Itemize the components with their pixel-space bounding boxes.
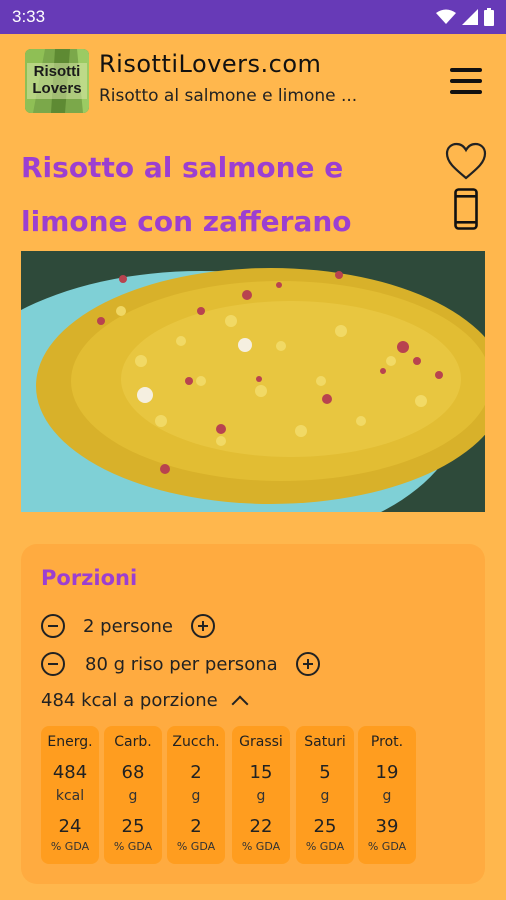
nutrition-gda: 24 xyxy=(58,816,82,837)
portions-card: Porzioni 2 persone 80 g riso per persona… xyxy=(21,544,485,884)
nutrition-tile: Zucch. 2 g 2 % GDA xyxy=(167,726,225,864)
people-row: 2 persone xyxy=(41,614,215,638)
status-icons xyxy=(436,8,494,26)
logo-text: Risotti Lovers xyxy=(32,63,82,97)
nutrition-unit: g xyxy=(128,788,138,804)
status-bar: 3:33 xyxy=(0,0,506,34)
nutrition-label: Carb. xyxy=(114,734,152,750)
portions-title: Porzioni xyxy=(41,566,138,590)
minus-icon[interactable] xyxy=(41,614,65,638)
people-count: 2 persone xyxy=(83,615,173,637)
signal-icon xyxy=(462,9,478,25)
nutrition-gda-label: % GDA xyxy=(176,840,216,853)
nutrition-unit: g xyxy=(256,788,266,804)
chevron-up-icon[interactable] xyxy=(231,695,249,712)
nutrition-unit: g xyxy=(382,788,392,804)
nutrition-value: 484 xyxy=(52,762,88,783)
page-subtitle: Risotto al salmone e limone ... xyxy=(99,86,358,106)
nutrition-gda: 25 xyxy=(121,816,145,837)
site-logo[interactable]: Risotti Lovers xyxy=(25,49,89,113)
nutrition-gda-label: % GDA xyxy=(305,840,345,853)
battery-icon xyxy=(484,8,494,26)
nutrition-gda: 39 xyxy=(375,816,399,837)
nutrition-unit: g xyxy=(191,788,201,804)
plus-icon[interactable] xyxy=(295,652,320,676)
recipe-photo xyxy=(21,251,485,512)
nutrition-tile: Energ. 484 kcal 24 % GDA xyxy=(41,726,99,864)
app-bar: Risotti Lovers RisottiLovers.com Risotto… xyxy=(0,34,506,130)
nutrition-gda-label: % GDA xyxy=(113,840,153,853)
nutrition-label: Saturi xyxy=(304,734,346,750)
nutrition-tile: Saturi 5 g 25 % GDA xyxy=(296,726,354,864)
nutrition-value: 2 xyxy=(190,762,202,783)
nutrition-gda: 25 xyxy=(313,816,337,837)
nutrition-gda-label: % GDA xyxy=(241,840,281,853)
nutrition-unit: kcal xyxy=(55,788,85,804)
nutrition-label: Grassi xyxy=(239,734,283,750)
nutrition-gda: 22 xyxy=(249,816,273,837)
nutrition-label: Zucch. xyxy=(172,734,220,750)
nutrition-value: 5 xyxy=(319,762,331,783)
menu-icon[interactable] xyxy=(446,64,486,98)
site-title: RisottiLovers.com xyxy=(99,50,322,78)
nutrition-tile: Carb. 68 g 25 % GDA xyxy=(104,726,162,864)
nutrition-gda-label: % GDA xyxy=(367,840,407,853)
recipe-title: Risotto al salmone e limone con zafferan… xyxy=(21,151,352,238)
nutrition-tile: Grassi 15 g 22 % GDA xyxy=(232,726,290,864)
minus-icon[interactable] xyxy=(41,652,65,676)
heart-icon[interactable] xyxy=(444,141,488,181)
nutrition-unit: g xyxy=(320,788,330,804)
nutrition-label: Energ. xyxy=(47,734,93,750)
nutrition-gda-label: % GDA xyxy=(50,840,90,853)
wifi-icon xyxy=(436,9,456,24)
rice-row: 80 g riso per persona xyxy=(41,652,320,676)
nutrition-value: 19 xyxy=(375,762,399,783)
nutrition-value: 15 xyxy=(249,762,273,783)
nutrition-gda: 2 xyxy=(190,816,202,837)
kcal-per-portion: 484 kcal a porzione xyxy=(41,690,218,711)
status-time: 3:33 xyxy=(12,7,46,26)
phone-icon[interactable] xyxy=(454,188,478,230)
nutrition-value: 68 xyxy=(121,762,145,783)
plus-icon[interactable] xyxy=(190,614,215,638)
rice-amount: 80 g riso per persona xyxy=(85,653,278,675)
nutrition-label: Prot. xyxy=(370,734,404,750)
kcal-row[interactable]: 484 kcal a porzione xyxy=(41,690,249,712)
nutrition-tile: Prot. 19 g 39 % GDA xyxy=(358,726,416,864)
